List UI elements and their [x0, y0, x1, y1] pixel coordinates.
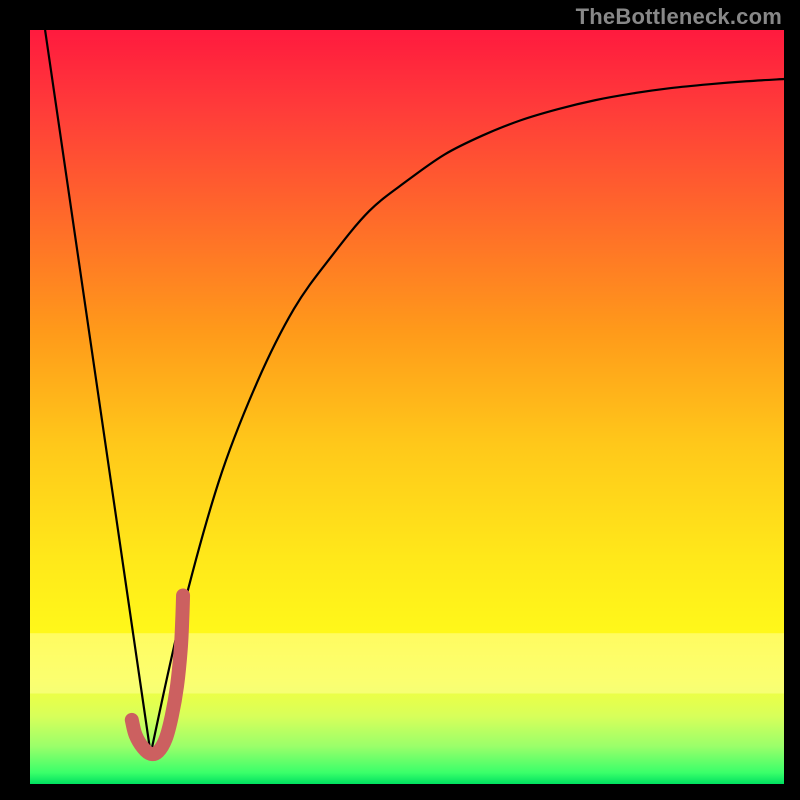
chart-frame: TheBottleneck.com	[0, 0, 800, 800]
watermark-label: TheBottleneck.com	[576, 4, 782, 30]
bottleneck-chart	[0, 0, 800, 800]
highlight-band	[30, 633, 784, 693]
